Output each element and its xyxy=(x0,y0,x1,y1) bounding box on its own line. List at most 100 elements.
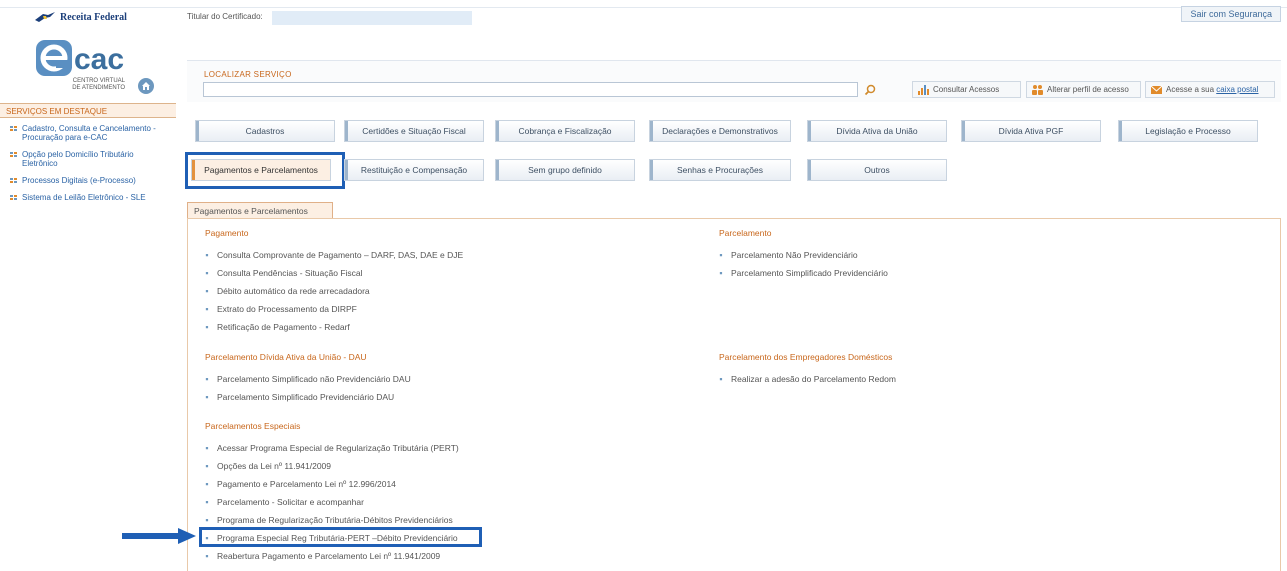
ecac-subtitle-line1: CENTRO VIRTUAL xyxy=(72,78,125,84)
link-label: Parcelamento Simplificado não Previdenci… xyxy=(217,374,411,384)
sidebar-item-label: Cadastro, Consulta e Cancelamento - Proc… xyxy=(22,124,156,142)
link-label: Parcelamento Simplificado Previdenciário… xyxy=(217,392,395,402)
category-divida-ativa-pgf[interactable]: Dívida Ativa PGF xyxy=(961,120,1101,142)
search-label: LOCALIZAR SERVIÇO xyxy=(204,70,292,79)
eagle-icon xyxy=(35,12,55,22)
magnifier-icon xyxy=(864,84,876,95)
bullet-icon: ▪ xyxy=(205,322,209,332)
certificate-label: Titular do Certificado: xyxy=(187,12,263,21)
link-label: Pagamento e Parcelamento Lei nº 12.996/2… xyxy=(217,479,396,489)
consultar-acessos-label: Consultar Acessos xyxy=(933,85,1000,94)
consultar-acessos-link[interactable]: Consultar Acessos xyxy=(912,81,1021,98)
link-item[interactable]: ▪ Parcelamento Simplificado não Previdenc… xyxy=(203,374,411,384)
alterar-perfil-label: Alterar perfil de acesso xyxy=(1047,85,1129,94)
sidebar-item-label: Processos Digitais (e-Processo) xyxy=(22,176,136,185)
svg-text:cac: cac xyxy=(74,43,124,76)
caixa-postal-link[interactable]: Acesse a sua caixa postal xyxy=(1145,81,1275,98)
link-label: Reabertura Pagamento e Parcelamento Lei … xyxy=(217,551,441,561)
ecac-subtitle-line2: DE ATENDIMENTO xyxy=(72,85,125,91)
section-title-pagamento: Pagamento xyxy=(205,228,249,238)
caixa-postal-anchor[interactable]: caixa postal xyxy=(1216,85,1258,94)
bullet-icon: ▪ xyxy=(205,497,209,507)
link-item[interactable]: ▪ Reabertura Pagamento e Parcelamento Lei… xyxy=(203,551,440,561)
highlight-box-link xyxy=(199,527,482,547)
top-bar: Receita Federal Titular do Certificado: … xyxy=(0,0,1287,30)
top-divider xyxy=(0,7,1287,8)
link-label: Débito automático da rede arrecadadora xyxy=(217,286,370,296)
link-item[interactable]: ▪ Parcelamento Simplificado Previdenciári… xyxy=(717,268,887,278)
access-chart-icon xyxy=(918,85,929,95)
category-cadastros[interactable]: Cadastros xyxy=(195,120,335,142)
arrow-bullet-icon xyxy=(10,152,17,157)
certificate-value xyxy=(272,11,472,25)
search-input[interactable] xyxy=(203,82,858,97)
pointer-arrow-icon xyxy=(122,528,196,544)
people-icon xyxy=(1032,85,1043,95)
bullet-icon: ▪ xyxy=(205,443,209,453)
category-cobranca[interactable]: Cobrança e Fiscalização xyxy=(495,120,635,142)
category-declaracoes[interactable]: Declarações e Demonstrativos xyxy=(649,120,791,142)
logout-button[interactable]: Sair com Segurança xyxy=(1181,6,1281,22)
sidebar-item-label: Sistema de Leilão Eletrônico - SLE xyxy=(22,193,146,202)
sidebar-item-label: Opção pelo Domicílio Tributário Eletrôni… xyxy=(22,150,134,168)
link-label: Consulta Pendências - Situação Fiscal xyxy=(217,268,363,278)
link-item[interactable]: ▪ Acessar Programa Especial de Regulariza… xyxy=(203,443,458,453)
link-label: Extrato do Processamento da DIRPF xyxy=(217,304,357,314)
arrow-bullet-icon xyxy=(10,195,17,200)
sidebar-item-leilao[interactable]: Sistema de Leilão Eletrônico - SLE xyxy=(0,193,176,202)
category-certidoes[interactable]: Certidões e Situação Fiscal xyxy=(344,120,484,142)
link-item[interactable]: ▪ Consulta Comprovante de Pagamento – DAR… xyxy=(203,250,463,260)
bullet-icon: ▪ xyxy=(205,461,209,471)
sidebar-item-procuracao[interactable]: Cadastro, Consulta e Cancelamento - Proc… xyxy=(0,124,176,142)
bullet-icon: ▪ xyxy=(205,392,209,402)
ecac-logo[interactable]: cac CENTRO VIRTUAL DE ATENDIMENTO xyxy=(30,38,130,103)
sidebar-item-eprocesso[interactable]: Processos Digitais (e-Processo) xyxy=(0,176,176,185)
arrow-bullet-icon xyxy=(10,126,17,131)
category-legislacao[interactable]: Legislação e Processo xyxy=(1118,120,1258,142)
category-senhas[interactable]: Senhas e Procurações xyxy=(649,159,791,181)
link-item[interactable]: ▪ Opções da Lei nº 11.941/2009 xyxy=(203,461,331,471)
search-button[interactable] xyxy=(863,82,877,97)
alterar-perfil-link[interactable]: Alterar perfil de acesso xyxy=(1026,81,1141,98)
brand-name: Receita Federal xyxy=(60,11,127,23)
link-label: Parcelamento Não Previdenciário xyxy=(731,250,858,260)
category-outros[interactable]: Outros xyxy=(807,159,947,181)
bullet-icon: ▪ xyxy=(205,374,209,384)
bullet-icon: ▪ xyxy=(719,250,723,260)
ecac-subtitle: CENTRO VIRTUAL DE ATENDIMENTO xyxy=(55,78,125,92)
link-item[interactable]: ▪ Débito automático da rede arrecadadora xyxy=(203,286,370,296)
bullet-icon: ▪ xyxy=(205,304,209,314)
link-label: Opções da Lei nº 11.941/2009 xyxy=(217,461,332,471)
mail-icon xyxy=(1150,85,1163,94)
bullet-icon: ▪ xyxy=(719,374,723,384)
category-sem-grupo[interactable]: Sem grupo definido xyxy=(495,159,635,181)
link-item[interactable]: ▪ Parcelamento Simplificado Previdenciári… xyxy=(203,392,394,402)
category-restituicao[interactable]: Restituição e Compensação xyxy=(344,159,484,181)
category-divida-ativa-uniao[interactable]: Dívida Ativa da União xyxy=(807,120,947,142)
link-item[interactable]: ▪ Pagamento e Parcelamento Lei nº 12.996/… xyxy=(203,479,396,489)
bullet-icon: ▪ xyxy=(205,551,209,561)
link-item[interactable]: ▪ Extrato do Processamento da DIRPF xyxy=(203,304,357,314)
link-item[interactable]: ▪ Consulta Pendências - Situação Fiscal xyxy=(203,268,363,278)
link-item[interactable]: ▪ Programa de Regularização Tributária-Dé… xyxy=(203,515,452,525)
ecac-logo-mark: cac xyxy=(36,40,124,76)
bullet-icon: ▪ xyxy=(205,250,209,260)
sidebar-item-domicilio[interactable]: Opção pelo Domicílio Tributário Eletrôni… xyxy=(0,150,176,168)
section-title-especiais: Parcelamentos Especiais xyxy=(205,421,301,431)
tab-pagamentos-parcelamentos[interactable]: Pagamentos e Parcelamentos xyxy=(187,202,333,219)
receita-federal-logo[interactable]: Receita Federal xyxy=(34,11,127,23)
link-item[interactable]: ▪ Parcelamento - Solicitar e acompanhar xyxy=(203,497,364,507)
link-label: Consulta Comprovante de Pagamento – DARF… xyxy=(217,250,464,260)
section-title-dau: Parcelamento Dívida Ativa da União - DAU xyxy=(205,352,367,362)
link-label: Parcelamento - Solicitar e acompanhar xyxy=(217,497,364,507)
link-item[interactable]: ▪ Retificação de Pagamento - Redarf xyxy=(203,322,349,332)
link-item[interactable]: ▪ Parcelamento Não Previdenciário xyxy=(717,250,858,260)
section-title-domesticos: Parcelamento dos Empregadores Domésticos xyxy=(719,352,893,362)
section-title-parcelamento: Parcelamento xyxy=(719,228,772,238)
bullet-icon: ▪ xyxy=(719,268,723,278)
link-item[interactable]: ▪ Realizar a adesão do Parcelamento Redom xyxy=(717,374,896,384)
caixa-postal-prefix: Acesse a sua xyxy=(1166,85,1217,94)
link-label: Realizar a adesão do Parcelamento Redom xyxy=(731,374,896,384)
sidebar-list: Cadastro, Consulta e Cancelamento - Proc… xyxy=(0,124,176,210)
home-icon[interactable] xyxy=(138,78,154,94)
